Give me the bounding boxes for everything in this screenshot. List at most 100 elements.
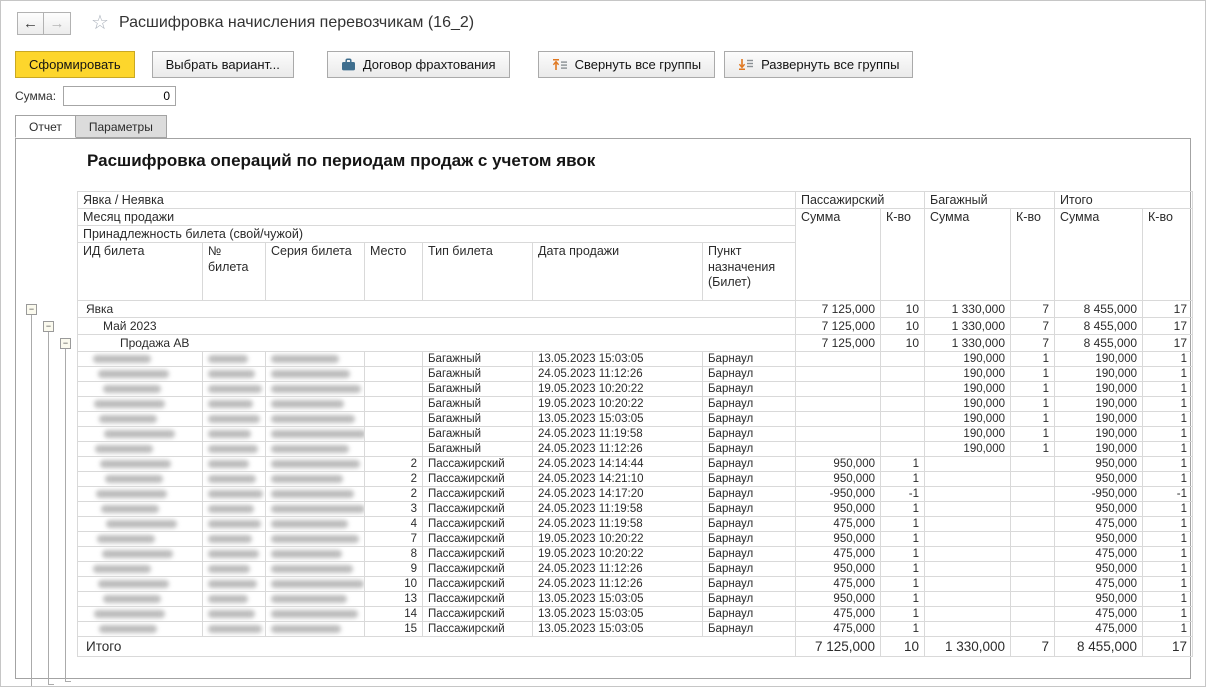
seat-cell[interactable] [365, 382, 423, 397]
ticket-number-cell-redacted[interactable] [203, 352, 266, 367]
cell[interactable] [925, 607, 1011, 622]
cell[interactable]: 475,000 [796, 517, 881, 532]
seat-cell[interactable]: 10 [365, 577, 423, 592]
ticket-series-cell-redacted[interactable] [266, 607, 365, 622]
seat-cell[interactable]: 2 [365, 487, 423, 502]
group-label[interactable]: Продажа АВ [78, 335, 796, 352]
seat-cell[interactable] [365, 442, 423, 457]
cell[interactable] [881, 427, 925, 442]
detail-row[interactable]: 3Пассажирский24.05.2023 11:19:58Барнаул9… [78, 502, 1193, 517]
ticket-id-cell-redacted[interactable] [78, 397, 203, 412]
detail-row[interactable]: 9Пассажирский24.05.2023 11:12:26Барнаул9… [78, 562, 1193, 577]
cell[interactable] [925, 532, 1011, 547]
cell[interactable]: 7 125,000 [796, 335, 881, 352]
ticket-number-cell-redacted[interactable] [203, 592, 266, 607]
sale-date-cell[interactable]: 24.05.2023 11:12:26 [533, 577, 703, 592]
ticket-number-cell-redacted[interactable] [203, 412, 266, 427]
cell[interactable]: 1 [1143, 502, 1193, 517]
cell[interactable]: 950,000 [796, 502, 881, 517]
destination-cell[interactable]: Барнаул [703, 412, 796, 427]
detail-row[interactable]: Багажный24.05.2023 11:12:26Барнаул190,00… [78, 367, 1193, 382]
destination-cell[interactable]: Барнаул [703, 577, 796, 592]
cell[interactable] [925, 517, 1011, 532]
expand-all-groups-button[interactable]: Развернуть все группы [724, 51, 913, 78]
ticket-number-cell-redacted[interactable] [203, 367, 266, 382]
header-sale-month[interactable]: Месяц продажи [78, 209, 796, 226]
cell[interactable]: 1 [881, 577, 925, 592]
destination-cell[interactable]: Барнаул [703, 502, 796, 517]
ticket-type-cell[interactable]: Багажный [423, 352, 533, 367]
column-header-6[interactable]: Пункт назначения (Билет) [703, 243, 796, 301]
sale-date-cell[interactable]: 19.05.2023 10:20:22 [533, 532, 703, 547]
sale-date-cell[interactable]: 24.05.2023 14:17:20 [533, 487, 703, 502]
destination-cell[interactable]: Барнаул [703, 472, 796, 487]
cell[interactable]: 1 [1143, 427, 1193, 442]
column-header-4[interactable]: Тип билета [423, 243, 533, 301]
ticket-number-cell-redacted[interactable] [203, 517, 266, 532]
cell[interactable]: 1 [1143, 412, 1193, 427]
ticket-type-cell[interactable]: Пассажирский [423, 577, 533, 592]
cell[interactable] [1011, 457, 1055, 472]
destination-cell[interactable]: Барнаул [703, 457, 796, 472]
cell[interactable] [796, 442, 881, 457]
cell[interactable]: 950,000 [1055, 472, 1143, 487]
sale-date-cell[interactable]: 13.05.2023 15:03:05 [533, 622, 703, 637]
cell[interactable]: 190,000 [925, 382, 1011, 397]
detail-row[interactable]: 2Пассажирский24.05.2023 14:14:44Барнаул9… [78, 457, 1193, 472]
detail-row[interactable]: 10Пассажирский24.05.2023 11:12:26Барнаул… [78, 577, 1193, 592]
cell[interactable]: 1 [881, 607, 925, 622]
cell[interactable]: 10 [881, 335, 925, 352]
header-measure-2-1[interactable]: К-во [1143, 209, 1193, 301]
cell[interactable]: 1 330,000 [925, 335, 1011, 352]
sale-date-cell[interactable]: 24.05.2023 11:12:26 [533, 562, 703, 577]
ticket-type-cell[interactable]: Пассажирский [423, 562, 533, 577]
sale-date-cell[interactable]: 24.05.2023 14:14:44 [533, 457, 703, 472]
seat-cell[interactable]: 2 [365, 472, 423, 487]
detail-row[interactable]: Багажный13.05.2023 15:03:05Барнаул190,00… [78, 352, 1193, 367]
detail-row[interactable]: Багажный19.05.2023 10:20:22Барнаул190,00… [78, 397, 1193, 412]
cell[interactable]: 1 [1143, 352, 1193, 367]
cell[interactable] [881, 412, 925, 427]
cell[interactable]: 950,000 [1055, 532, 1143, 547]
cell[interactable] [1011, 592, 1055, 607]
cell[interactable]: 950,000 [1055, 502, 1143, 517]
cell[interactable]: 1 [1143, 442, 1193, 457]
cell[interactable]: 190,000 [1055, 442, 1143, 457]
destination-cell[interactable]: Барнаул [703, 427, 796, 442]
sale-date-cell[interactable]: 24.05.2023 11:12:26 [533, 367, 703, 382]
cell[interactable] [1011, 622, 1055, 637]
header-measure-group-0[interactable]: Пассажирский [796, 192, 925, 209]
seat-cell[interactable]: 15 [365, 622, 423, 637]
detail-row[interactable]: Багажный24.05.2023 11:19:58Барнаул190,00… [78, 427, 1193, 442]
ticket-id-cell-redacted[interactable] [78, 577, 203, 592]
sale-date-cell[interactable]: 13.05.2023 15:03:05 [533, 607, 703, 622]
cell[interactable] [925, 622, 1011, 637]
cell[interactable]: 1 [1143, 547, 1193, 562]
detail-row[interactable]: Багажный13.05.2023 15:03:05Барнаул190,00… [78, 412, 1193, 427]
ticket-type-cell[interactable]: Пассажирский [423, 457, 533, 472]
detail-row[interactable]: 13Пассажирский13.05.2023 15:03:05Барнаул… [78, 592, 1193, 607]
ticket-id-cell-redacted[interactable] [78, 562, 203, 577]
cell[interactable]: 1 330,000 [925, 301, 1011, 318]
group-row[interactable]: Май 20237 125,000101 330,00078 455,00017 [78, 318, 1193, 335]
cell[interactable]: 1 [881, 457, 925, 472]
ticket-series-cell-redacted[interactable] [266, 502, 365, 517]
ticket-type-cell[interactable]: Пассажирский [423, 607, 533, 622]
cell[interactable]: 17 [1143, 637, 1193, 657]
cell[interactable]: 17 [1143, 318, 1193, 335]
seat-cell[interactable]: 13 [365, 592, 423, 607]
ticket-series-cell-redacted[interactable] [266, 532, 365, 547]
ticket-number-cell-redacted[interactable] [203, 457, 266, 472]
detail-row[interactable]: 2Пассажирский24.05.2023 14:21:10Барнаул9… [78, 472, 1193, 487]
cell[interactable] [796, 367, 881, 382]
cell[interactable] [881, 382, 925, 397]
cell[interactable] [925, 487, 1011, 502]
column-header-3[interactable]: Место [365, 243, 423, 301]
group-row[interactable]: Продажа АВ7 125,000101 330,00078 455,000… [78, 335, 1193, 352]
seat-cell[interactable]: 4 [365, 517, 423, 532]
header-measure-0-1[interactable]: К-во [881, 209, 925, 301]
seat-cell[interactable] [365, 367, 423, 382]
column-header-2[interactable]: Серия билета [266, 243, 365, 301]
ticket-id-cell-redacted[interactable] [78, 367, 203, 382]
cell[interactable]: 1 [1143, 622, 1193, 637]
